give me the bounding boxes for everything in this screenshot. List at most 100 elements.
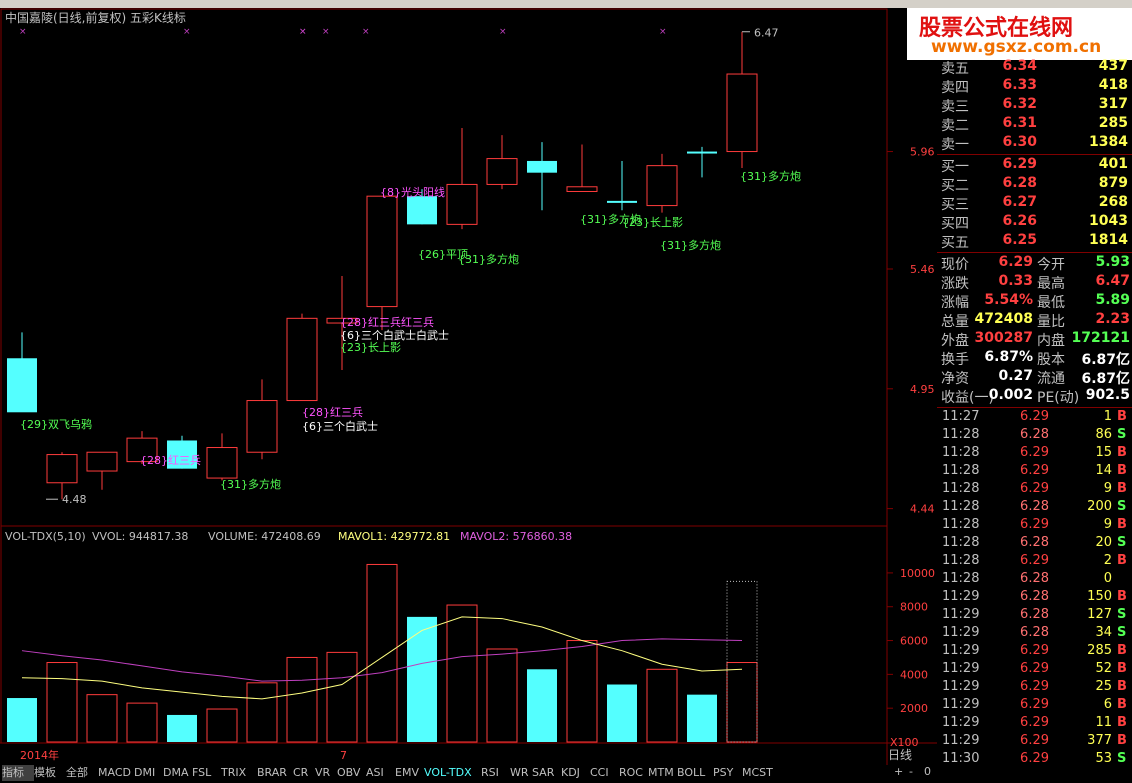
- vol-tick-label: 6000: [900, 635, 928, 648]
- tick-row: 11:28 6.28 20 S: [937, 535, 1132, 553]
- indicator-tab-cr[interactable]: CR: [293, 765, 315, 781]
- tick-price: 6.29: [1020, 661, 1049, 676]
- tick-side: B: [1117, 463, 1127, 478]
- chart-area[interactable]: 中国嘉陵(日线,前复权) 五彩K线标 5.96 5.46 4.95 4.44 × × × × × ×…: [0, 8, 937, 765]
- tick-time: 11:28: [942, 535, 980, 550]
- indicator-tab-fsl[interactable]: FSL: [192, 765, 221, 781]
- stat-value: 172121: [1071, 330, 1130, 346]
- bid-row: 买四 6.26 1043: [937, 213, 1132, 232]
- stat-row: 外盘 300287 内盘 172121: [937, 330, 1132, 349]
- pattern-annotation: {6}三个白武士白武士: [340, 328, 449, 342]
- vol-mavol2: MAVOL2: 576860.38: [460, 530, 572, 543]
- vol-volume: VOLUME: 472408.69: [208, 530, 321, 543]
- bid-volume: 1814: [1089, 232, 1128, 248]
- tick-time: 11:28: [942, 499, 980, 514]
- signal-mark: ×: [19, 27, 27, 37]
- indicator-tab-rsi[interactable]: RSI: [481, 765, 510, 781]
- pattern-annotation: {31}多方炮: [458, 252, 519, 266]
- vol-tick-label: 2000: [900, 702, 928, 715]
- zoom-reset-icon[interactable]: 0: [924, 765, 931, 778]
- indicator-tab-指标[interactable]: 指标: [2, 765, 34, 781]
- indicator-tab-sar[interactable]: SAR: [532, 765, 561, 781]
- stat-row: 总量 472408 量比 2.23: [937, 311, 1132, 330]
- price-tick-label: 4.95: [910, 383, 935, 396]
- tick-price: 6.29: [1020, 445, 1049, 460]
- indicator-tab-wr[interactable]: WR: [510, 765, 532, 781]
- ask-price: 6.30: [1002, 134, 1037, 150]
- vol-vvol: VVOL: 944817.38: [92, 530, 188, 543]
- tick-side: B: [1117, 517, 1127, 532]
- tick-side: S: [1117, 751, 1127, 766]
- tick-side: B: [1117, 733, 1127, 748]
- tick-time: 11:29: [942, 715, 980, 730]
- ask-row: 卖二 6.31 285: [937, 115, 1132, 134]
- indicator-tab-macd[interactable]: MACD: [98, 765, 134, 781]
- bid-price: 6.27: [1002, 194, 1037, 210]
- tick-volume: 285: [1087, 643, 1112, 658]
- tick-side: B: [1117, 553, 1127, 568]
- bid-label: 买五: [941, 235, 969, 251]
- chart-title: 中国嘉陵(日线,前复权) 五彩K线标: [5, 10, 186, 25]
- pattern-annotation: {23}长上影: [622, 216, 683, 229]
- stat-label: 最高: [1037, 276, 1065, 292]
- signal-mark: ×: [322, 27, 330, 37]
- indicator-tab-mcst[interactable]: MCST: [742, 765, 778, 781]
- tick-volume: 200: [1087, 499, 1112, 514]
- volume-bar-up: [126, 702, 158, 743]
- indicator-tab-emv[interactable]: EMV: [395, 765, 424, 781]
- volume-bar-down: [687, 694, 717, 742]
- tick-row: 11:28 6.29 9 B: [937, 481, 1132, 499]
- tick-price: 6.29: [1020, 679, 1049, 694]
- indicator-tab-vr[interactable]: VR: [315, 765, 337, 781]
- indicator-tab-cci[interactable]: CCI: [590, 765, 619, 781]
- indicator-tab-全部[interactable]: 全部: [66, 765, 98, 781]
- indicator-tab-dmi[interactable]: DMI: [134, 765, 163, 781]
- ask-label: 卖一: [941, 137, 969, 153]
- tick-price: 6.29: [1020, 643, 1049, 658]
- stat-label: 换手: [941, 352, 969, 368]
- tick-price: 6.28: [1020, 625, 1049, 640]
- bid-row: 买三 6.27 268: [937, 194, 1132, 213]
- zoom-in-icon[interactable]: +: [894, 765, 903, 778]
- stat-label: 股本: [1037, 352, 1065, 368]
- indicator-tab-obv[interactable]: OBV: [337, 765, 366, 781]
- indicator-tab-模板[interactable]: 模板: [34, 765, 66, 781]
- bid-volume: 879: [1098, 175, 1128, 191]
- stat-label: 量比: [1037, 314, 1065, 330]
- tick-time: 11:29: [942, 643, 980, 658]
- tick-volume: 9: [1103, 517, 1112, 532]
- indicator-tab-roc[interactable]: ROC: [619, 765, 648, 781]
- watermark-logo: 股票公式在线网 www.gsxz.com.cn: [907, 8, 1132, 60]
- low-mark-label: 4.48: [62, 493, 87, 506]
- candle-body-down: [527, 160, 557, 173]
- indicator-tab-dma[interactable]: DMA: [163, 765, 192, 781]
- tick-time: 11:28: [942, 571, 980, 586]
- zoom-out-icon[interactable]: -: [909, 765, 913, 778]
- volume-bar-up: [286, 656, 318, 743]
- tick-time: 11:29: [942, 607, 980, 622]
- tick-volume: 2: [1103, 553, 1112, 568]
- indicator-tab-psy[interactable]: PSY: [713, 765, 742, 781]
- tick-price: 6.29: [1020, 733, 1049, 748]
- indicator-tab-asi[interactable]: ASI: [366, 765, 395, 781]
- indicator-tab-mtm[interactable]: MTM: [648, 765, 677, 781]
- tick-row: 11:28 6.29 2 B: [937, 553, 1132, 571]
- tick-price: 6.28: [1020, 571, 1049, 586]
- tick-row: 11:29 6.29 25 B: [937, 679, 1132, 697]
- indicator-tab-vol-tdx[interactable]: VOL-TDX: [424, 765, 481, 781]
- tick-time: 11:29: [942, 625, 980, 640]
- indicator-tab-boll[interactable]: BOLL: [677, 765, 713, 781]
- tick-time: 11:29: [942, 733, 980, 748]
- zoom-controls[interactable]: + - 0: [888, 765, 937, 781]
- indicator-tab-brar[interactable]: BRAR: [257, 765, 293, 781]
- bid-label: 买一: [941, 159, 969, 175]
- stat-row: 涨跌 0.33 最高 6.47: [937, 273, 1132, 292]
- indicator-tab-trix[interactable]: TRIX: [221, 765, 257, 781]
- stat-label: 今开: [1037, 257, 1065, 273]
- period-label[interactable]: 日线: [888, 746, 937, 762]
- tick-row: 11:28 6.29 9 B: [937, 517, 1132, 535]
- tick-time: 11:28: [942, 463, 980, 478]
- indicator-tab-kdj[interactable]: KDJ: [561, 765, 590, 781]
- ask-row: 卖五 6.34 437: [937, 58, 1132, 77]
- pattern-annotation: {28}红三兵: [302, 406, 363, 419]
